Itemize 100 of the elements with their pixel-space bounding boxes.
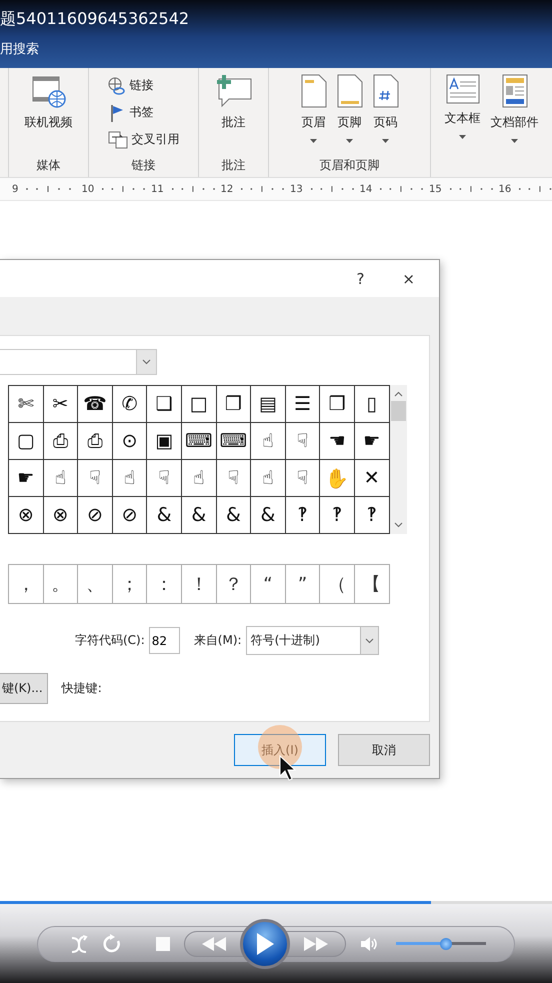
ruler-number: 9 xyxy=(12,184,18,194)
ribbon-button[interactable]: 链接 xyxy=(108,74,154,97)
cancel-button[interactable]: 取消 xyxy=(338,734,430,766)
ribbon-button[interactable]: 页脚 xyxy=(334,74,364,143)
recent-symbol-cell[interactable]: “ xyxy=(251,565,286,603)
recent-symbol-cell[interactable]: ” xyxy=(286,565,320,603)
symbol-cell[interactable]: & xyxy=(251,497,286,534)
close-button[interactable]: × xyxy=(398,270,419,288)
page-header-icon xyxy=(300,74,326,108)
group-label: 媒体 xyxy=(36,157,60,173)
fast-forward-button[interactable] xyxy=(286,930,346,956)
symbol-cell[interactable]: ☚ xyxy=(320,423,355,460)
progress-track[interactable] xyxy=(0,901,552,904)
recent-symbol-cell[interactable]: ， xyxy=(9,565,44,603)
symbol-cell[interactable]: ⊘ xyxy=(112,497,148,534)
ribbon-button[interactable]: 页码 xyxy=(370,74,400,143)
stop-icon[interactable] xyxy=(156,936,170,950)
search-hint[interactable]: 用搜索 xyxy=(0,40,552,58)
ruler-number: 16 xyxy=(498,184,512,194)
symbol-cell[interactable]: & xyxy=(147,497,182,534)
play-button[interactable] xyxy=(240,918,290,968)
symbol-cell[interactable]: ⊘ xyxy=(78,497,113,534)
symbol-cell[interactable]: ☛ xyxy=(9,460,44,497)
symbol-cell[interactable]: ❒ xyxy=(320,386,355,423)
symbol-cell[interactable]: ☝ xyxy=(182,460,217,497)
click-highlight xyxy=(258,725,302,769)
symbol-cell[interactable]: ☰ xyxy=(286,386,320,423)
symbol-cell[interactable]: ☎ xyxy=(78,386,113,423)
symbol-cell[interactable]: ✂ xyxy=(44,386,78,423)
symbol-cell[interactable]: □ xyxy=(182,386,217,423)
recent-symbol-cell[interactable]: （ xyxy=(320,565,355,603)
help-button[interactable]: ? xyxy=(352,270,368,288)
symbol-cell[interactable]: ⌨ xyxy=(182,423,217,460)
scrollbar[interactable] xyxy=(390,385,407,534)
ribbon-button[interactable]: 批注 xyxy=(212,74,254,131)
comment-plus-icon xyxy=(214,74,252,108)
symbol-cell[interactable]: ▢ xyxy=(9,423,44,460)
ribbon-button[interactable]: 文档部件 xyxy=(488,74,540,143)
page-number-icon xyxy=(372,74,398,108)
char-code-label: 字符代码(C): xyxy=(75,632,145,649)
recent-symbol-cell[interactable]: 【 xyxy=(354,565,390,603)
cross-reference-icon xyxy=(108,130,128,148)
recent-symbol-cell[interactable]: ？ xyxy=(216,565,252,603)
symbol-cell[interactable]: ❐ xyxy=(216,386,252,423)
shuffle-icon[interactable] xyxy=(70,934,88,952)
font-select[interactable] xyxy=(0,349,157,375)
chevron-down-icon xyxy=(364,638,374,644)
volume-icon[interactable] xyxy=(360,936,378,952)
recent-symbol-cell[interactable]: ； xyxy=(112,565,148,603)
symbol-cell[interactable]: ⎙ xyxy=(44,423,78,460)
symbol-cell[interactable]: ☝ xyxy=(251,423,286,460)
group-label: 页眉和页脚 xyxy=(320,157,380,173)
from-select[interactable]: 符号(十进制) xyxy=(246,626,379,655)
symbol-cell[interactable]: ✆ xyxy=(112,386,148,423)
symbol-cell[interactable]: ⊙ xyxy=(112,423,148,460)
char-code-field[interactable]: 82 xyxy=(148,627,180,654)
rewind-button[interactable] xyxy=(184,930,244,956)
symbol-cell[interactable]: ☟ xyxy=(286,423,320,460)
symbol-cell[interactable]: ▣ xyxy=(147,423,182,460)
repeat-icon[interactable] xyxy=(102,934,122,954)
shortcut-key-button[interactable]: 键(K)... xyxy=(0,673,48,704)
ribbon-button[interactable]: 联机视频 xyxy=(22,74,74,131)
document-parts-icon xyxy=(502,74,528,108)
symbol-cell[interactable]: ⌨ xyxy=(216,423,252,460)
ruler-number: 11 xyxy=(151,184,164,194)
symbol-cell[interactable]: ☟ xyxy=(147,460,182,497)
mouse-cursor-icon xyxy=(279,755,297,781)
recent-symbol-cell[interactable]: 。 xyxy=(44,565,78,603)
symbol-cell[interactable]: ☟ xyxy=(216,460,252,497)
symbol-cell[interactable]: ☝ xyxy=(112,460,148,497)
ribbon-button[interactable]: 交叉引用 xyxy=(108,128,180,151)
symbol-cell[interactable]: ❑ xyxy=(147,386,182,423)
recent-symbol-cell[interactable]: ！ xyxy=(182,565,217,603)
symbol-cell[interactable]: ✄ xyxy=(9,386,44,423)
group-label: 批注 xyxy=(222,157,246,173)
symbol-cell[interactable]: ☟ xyxy=(286,460,320,497)
recent-symbol-cell[interactable]: 、 xyxy=(78,565,113,603)
symbol-cell[interactable]: ☝ xyxy=(44,460,78,497)
symbol-cell[interactable]: ☝ xyxy=(251,460,286,497)
ribbon-button[interactable]: 文本框 xyxy=(442,74,482,139)
chevron-down-icon xyxy=(142,359,151,365)
symbol-cell[interactable]: ‽ xyxy=(286,497,320,534)
ruler-number: 10 xyxy=(82,184,94,194)
scrollbar-thumb[interactable] xyxy=(390,401,406,421)
play-icon xyxy=(256,932,274,954)
recent-symbol-cell[interactable]: ： xyxy=(147,565,182,603)
symbol-cell[interactable]: & xyxy=(182,497,217,534)
symbol-cell[interactable]: & xyxy=(216,497,252,534)
symbol-cell[interactable]: ▤ xyxy=(251,386,286,423)
symbol-cell[interactable]: ⊗ xyxy=(9,497,44,534)
symbol-cell[interactable]: ⊗ xyxy=(44,497,78,534)
ribbon-button[interactable]: 页眉 xyxy=(298,74,328,143)
symbol-cell[interactable]: ‽ xyxy=(320,497,355,534)
volume-thumb[interactable] xyxy=(440,938,452,950)
text-box-icon xyxy=(446,74,480,104)
shortcut-label: 快捷键: xyxy=(62,680,102,697)
ribbon-button[interactable]: 书签 xyxy=(108,101,154,124)
ruler-number: 12 xyxy=(220,184,234,194)
symbol-cell[interactable]: ⎙ xyxy=(78,423,113,460)
symbol-cell[interactable]: ☟ xyxy=(78,460,113,497)
